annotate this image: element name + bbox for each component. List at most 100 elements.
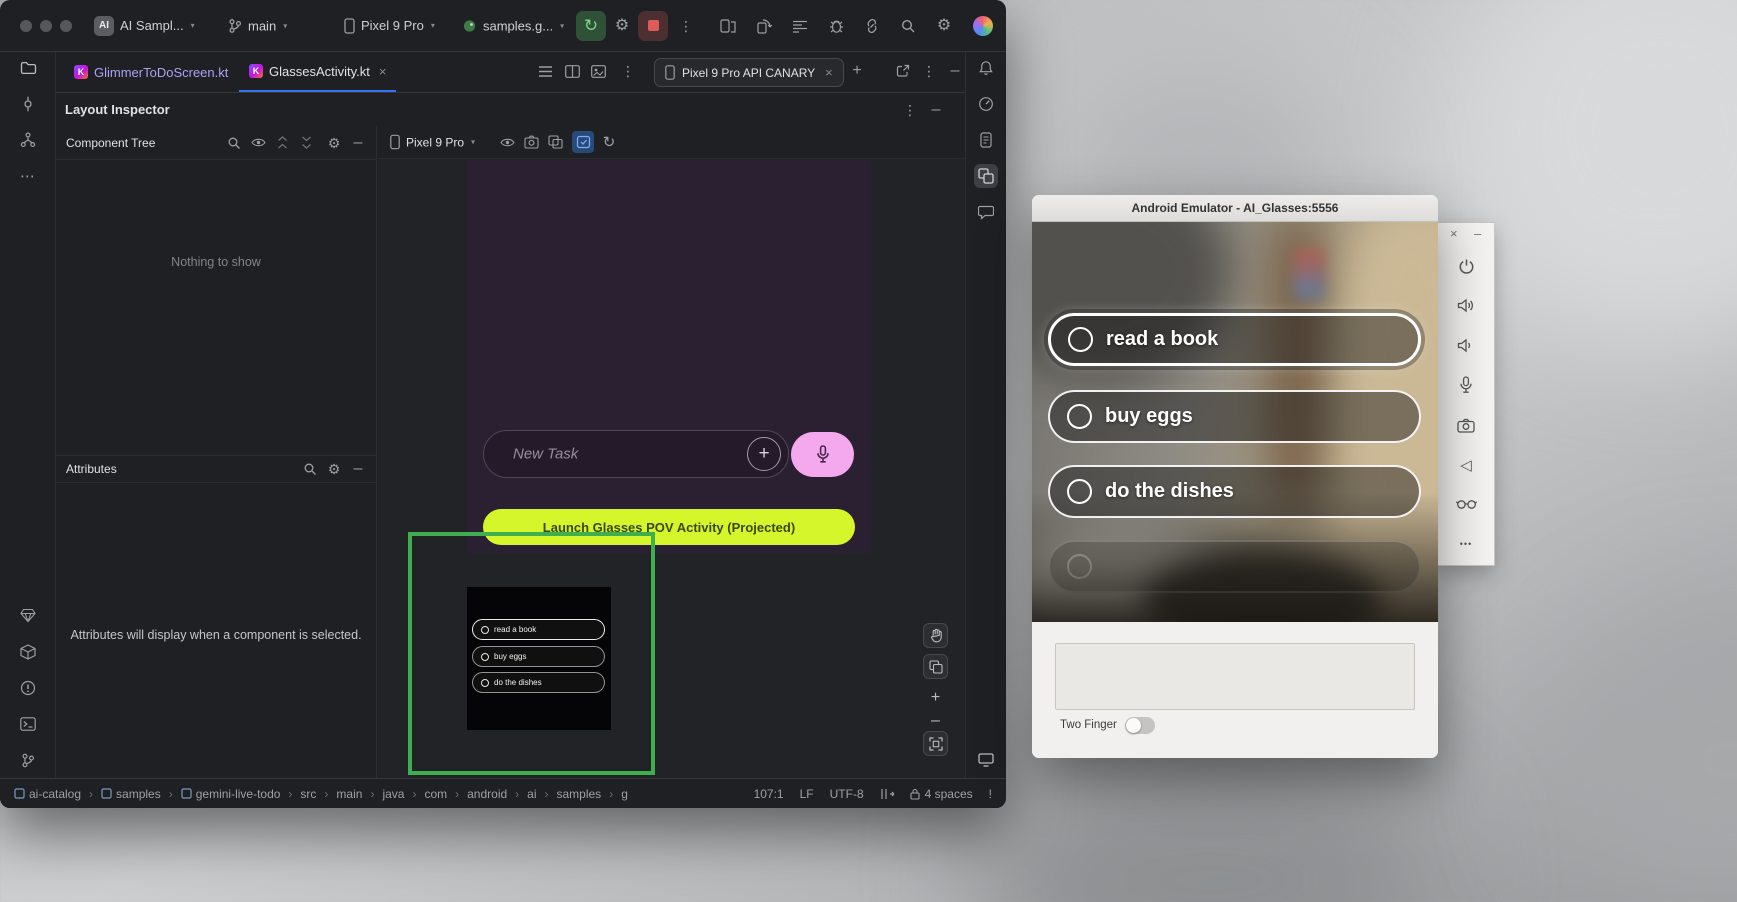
breadcrumb-item[interactable]: main bbox=[336, 787, 378, 801]
gear-icon[interactable]: ⚙ bbox=[324, 133, 344, 153]
gemini-icon[interactable] bbox=[973, 16, 993, 36]
microphone-icon[interactable] bbox=[1454, 374, 1478, 396]
radio-circle-icon[interactable] bbox=[1067, 404, 1092, 429]
radio-circle-icon[interactable] bbox=[1068, 327, 1093, 352]
device-panel-more-menu[interactable]: ⋮ bbox=[916, 58, 942, 84]
apply-changes-icon[interactable]: ⚙ bbox=[608, 12, 636, 40]
more-tool-windows-icon[interactable]: ⋯ bbox=[16, 164, 40, 188]
version-control-icon[interactable] bbox=[16, 748, 40, 772]
gemini-tool-icon[interactable] bbox=[16, 603, 40, 627]
radio-circle-icon[interactable] bbox=[1067, 479, 1092, 504]
breadcrumb[interactable]: ai-catalog samples gemini-live-todo src … bbox=[14, 787, 628, 801]
hide-pane-button[interactable]: – bbox=[348, 133, 368, 153]
build-icon[interactable] bbox=[16, 640, 40, 664]
breadcrumb-item[interactable]: g bbox=[621, 787, 628, 801]
layout-inspector-icon[interactable] bbox=[974, 164, 998, 188]
volume-down-icon[interactable] bbox=[1454, 334, 1478, 356]
open-in-new-window-icon[interactable] bbox=[890, 58, 916, 84]
logcat-icon[interactable] bbox=[786, 12, 814, 40]
hide-panel-button[interactable]: – bbox=[942, 58, 968, 84]
terminal-icon[interactable] bbox=[16, 712, 40, 736]
inspector-hide-button[interactable]: – bbox=[925, 99, 947, 121]
search-icon[interactable] bbox=[300, 459, 320, 479]
visibility-eye-icon[interactable] bbox=[248, 133, 268, 153]
add-task-button[interactable]: + bbox=[747, 437, 781, 471]
breadcrumb-item[interactable]: java bbox=[382, 787, 420, 801]
device-screen-render[interactable]: New Task + Launch Glasses POV Activity (… bbox=[467, 160, 871, 553]
more-icon[interactable]: ••• bbox=[1454, 533, 1478, 555]
layers-icon[interactable] bbox=[544, 131, 566, 153]
render-device-selector[interactable]: Pixel 9 Pro ▾ bbox=[390, 135, 475, 150]
minimize-icon[interactable]: – bbox=[1474, 226, 1481, 241]
add-device-button[interactable]: + bbox=[844, 58, 870, 84]
breadcrumb-item[interactable]: samples bbox=[557, 787, 618, 801]
todo-item[interactable]: buy eggs bbox=[1048, 390, 1421, 443]
todo-item[interactable]: do the dishes bbox=[1048, 465, 1421, 518]
indent-widget[interactable]: 4 spaces bbox=[910, 787, 973, 801]
running-device-tab[interactable]: Pixel 9 Pro API CANARY × bbox=[654, 58, 844, 87]
run-config-widget[interactable]: samples.g... ▾ bbox=[462, 18, 564, 33]
project-files-icon[interactable] bbox=[16, 56, 40, 80]
zoom-to-fit-button[interactable] bbox=[923, 731, 948, 756]
device-explorer-icon[interactable] bbox=[974, 128, 998, 152]
two-finger-toggle[interactable] bbox=[1125, 717, 1155, 734]
emulator-screen[interactable]: read a book buy eggs do the dishes bbox=[1032, 222, 1438, 622]
zoom-window-button[interactable] bbox=[60, 20, 72, 32]
power-icon[interactable] bbox=[1454, 255, 1478, 277]
inspector-more-menu[interactable]: ⋮ bbox=[899, 99, 921, 121]
cursor-position[interactable]: 107:1 bbox=[754, 787, 784, 801]
expand-all-icon[interactable] bbox=[272, 133, 292, 153]
editor-more-menu[interactable]: ⋮ bbox=[615, 58, 641, 84]
minimize-window-button[interactable] bbox=[40, 20, 52, 32]
app-insights-icon[interactable] bbox=[974, 200, 998, 224]
commit-icon[interactable] bbox=[16, 92, 40, 116]
device-selector-widget[interactable]: Pixel 9 Pro ▾ bbox=[344, 18, 435, 34]
breadcrumb-item[interactable]: android bbox=[467, 787, 523, 801]
new-task-input[interactable]: New Task + bbox=[483, 430, 789, 478]
glasses-icon[interactable] bbox=[1454, 493, 1478, 515]
project-widget[interactable]: AI AI Sampl... ▾ bbox=[94, 16, 195, 36]
pan-hand-icon[interactable] bbox=[923, 623, 948, 648]
breadcrumb-item[interactable]: src bbox=[300, 787, 332, 801]
branch-widget[interactable]: main ▾ bbox=[228, 18, 287, 33]
camera-icon[interactable] bbox=[1454, 414, 1478, 436]
hide-pane-button[interactable]: – bbox=[348, 459, 368, 479]
editor-split-view-icon[interactable] bbox=[559, 58, 585, 84]
rotate-device-icon[interactable] bbox=[750, 12, 778, 40]
rerun-button[interactable]: ↻ bbox=[576, 11, 606, 41]
breadcrumb-item[interactable]: ai bbox=[527, 787, 552, 801]
live-updates-toggle-icon[interactable] bbox=[572, 131, 594, 153]
breadcrumb-item[interactable]: gemini-live-todo bbox=[181, 787, 297, 801]
line-separator[interactable]: LF bbox=[800, 787, 814, 801]
tab-glassesactivity[interactable]: K GlassesActivity.kt × bbox=[239, 52, 396, 92]
zoom-out-button[interactable]: – bbox=[923, 708, 948, 733]
todo-item-focused[interactable]: read a book bbox=[1048, 313, 1421, 366]
zoom-in-button[interactable]: + bbox=[923, 685, 948, 710]
search-icon[interactable] bbox=[224, 133, 244, 153]
settings-gear-icon[interactable]: ⚙ bbox=[930, 12, 958, 40]
gear-icon[interactable]: ⚙ bbox=[324, 459, 344, 479]
back-icon[interactable]: ◁ bbox=[1454, 454, 1478, 476]
gesture-input-area[interactable] bbox=[1055, 643, 1415, 710]
editor-preview-icon[interactable] bbox=[585, 58, 611, 84]
voice-input-button[interactable] bbox=[791, 432, 854, 477]
visibility-eye-icon[interactable] bbox=[496, 131, 518, 153]
indent-guide-icon[interactable] bbox=[880, 788, 894, 800]
breadcrumb-item[interactable]: ai-catalog bbox=[14, 787, 97, 801]
editor-list-view-icon[interactable] bbox=[532, 58, 558, 84]
notifications-bell-icon[interactable] bbox=[974, 56, 998, 80]
bug-report-icon[interactable] bbox=[822, 12, 850, 40]
layers-panel-icon[interactable] bbox=[923, 654, 948, 679]
profiler-icon[interactable] bbox=[974, 92, 998, 116]
close-window-button[interactable] bbox=[20, 20, 32, 32]
device-fold-icon[interactable] bbox=[714, 12, 742, 40]
breadcrumb-item[interactable]: samples bbox=[101, 787, 177, 801]
stop-button[interactable] bbox=[638, 11, 668, 41]
render-canvas[interactable]: New Task + Launch Glasses POV Activity (… bbox=[378, 159, 965, 778]
refresh-icon[interactable]: ↻ bbox=[598, 131, 620, 153]
tab-glimmertodoscreen[interactable]: K GlimmerToDoScreen.kt bbox=[64, 52, 238, 92]
component-tree-body[interactable]: Nothing to show bbox=[56, 160, 376, 455]
breadcrumb-item[interactable]: com bbox=[424, 787, 463, 801]
structure-icon[interactable] bbox=[16, 128, 40, 152]
error-indicator-icon[interactable]: ! bbox=[989, 787, 992, 801]
